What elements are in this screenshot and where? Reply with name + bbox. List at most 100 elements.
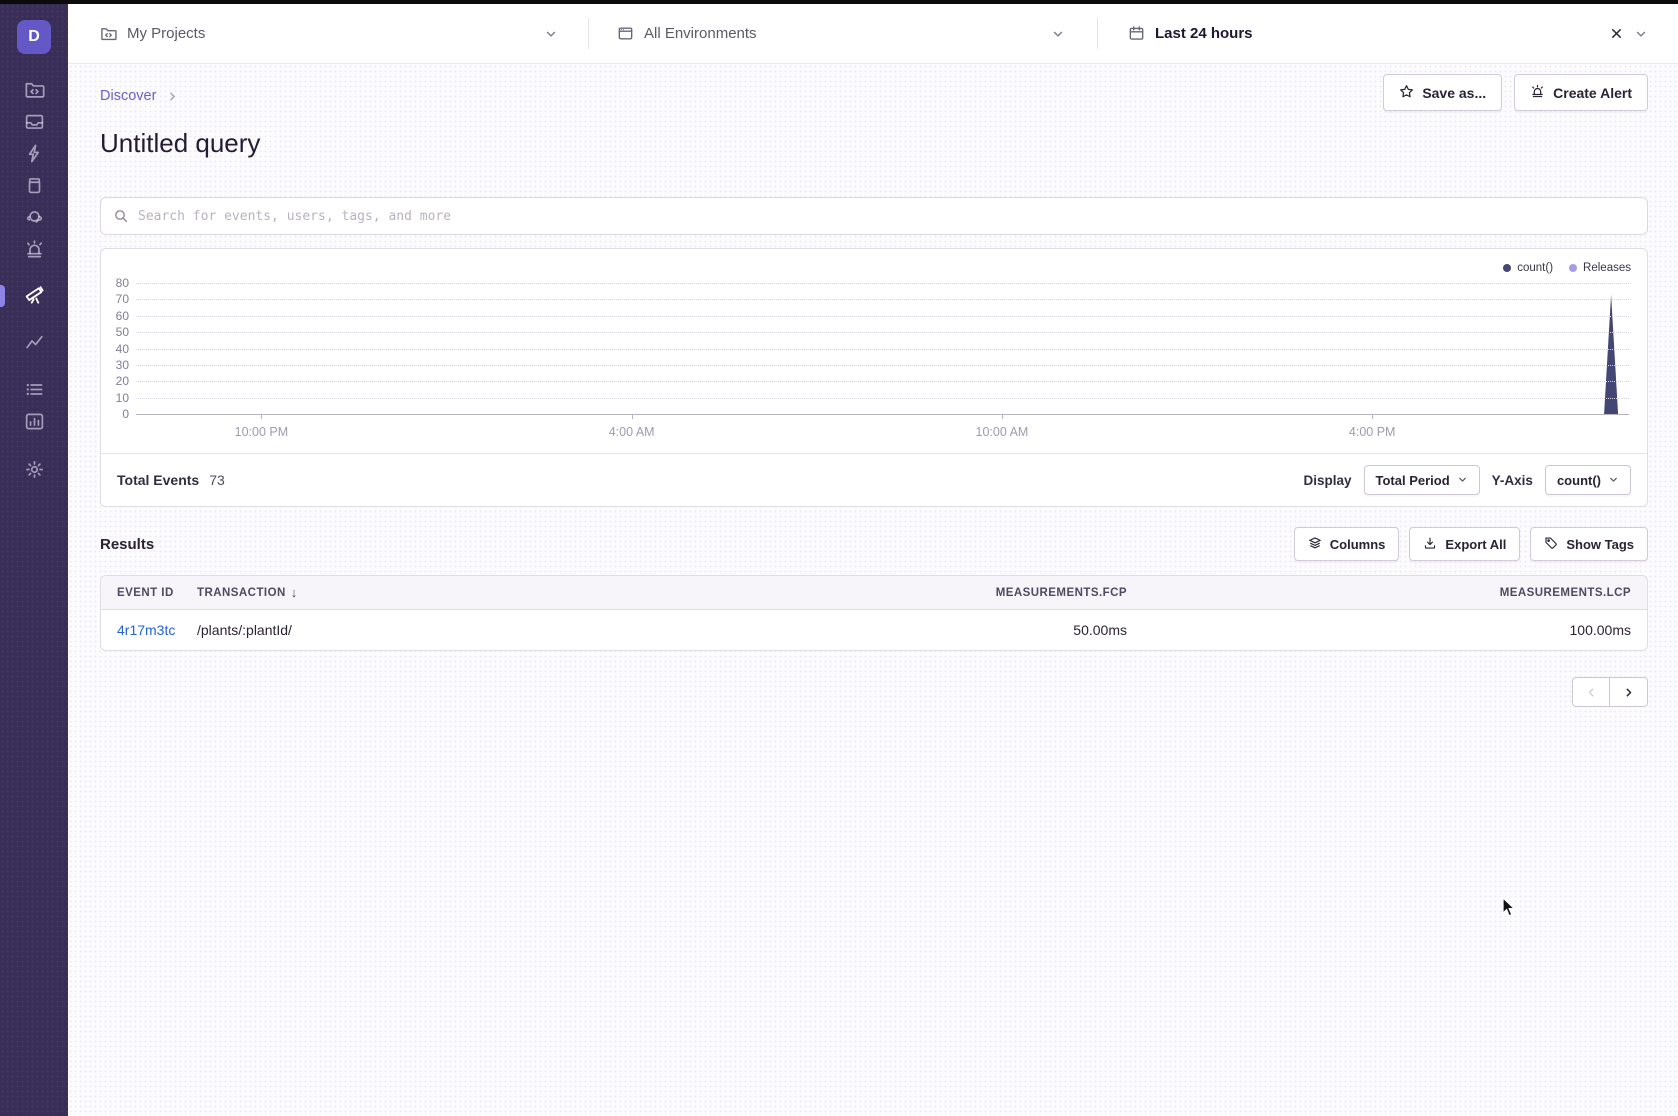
- fcp-cell: 50.00ms: [897, 610, 1127, 650]
- create-alert-button[interactable]: Create Alert: [1514, 74, 1648, 111]
- header-actions: Save as... Create Alert: [1383, 74, 1648, 111]
- chart-controls: Display Total Period Y-Axis count(): [1303, 465, 1631, 495]
- export-all-label: Export All: [1445, 537, 1506, 552]
- releases-series-dot-icon: [1569, 264, 1577, 272]
- event-id-cell: 4r17m3tc: [117, 622, 197, 638]
- column-header-measurements-lcp[interactable]: MEASUREMENTS.LCP: [1127, 587, 1631, 599]
- save-as-label: Save as...: [1422, 85, 1486, 101]
- columns-button[interactable]: Columns: [1294, 527, 1400, 561]
- discover-telescope-icon: [24, 283, 45, 309]
- chevron-down-icon: [544, 27, 558, 41]
- next-page-button[interactable]: [1610, 677, 1648, 707]
- show-tags-label: Show Tags: [1566, 537, 1634, 552]
- x-tick-label: 4:00 AM: [609, 425, 655, 439]
- save-as-button[interactable]: Save as...: [1383, 74, 1502, 111]
- chart-footer: Total Events 73 Display Total Period Y-A…: [101, 453, 1647, 506]
- legend-item-count[interactable]: count(): [1503, 262, 1553, 274]
- x-tick-label: 10:00 AM: [976, 425, 1029, 439]
- alerts-siren-icon: [24, 239, 45, 265]
- sidebar-item-activity[interactable]: [0, 376, 68, 408]
- y-tick-label: 50: [116, 325, 129, 339]
- siren-icon: [1530, 84, 1545, 102]
- gridline-y-70: [136, 299, 1629, 300]
- gridline-y-20: [136, 381, 1629, 382]
- results-header-row: Results Columns Export All Show Tags: [100, 527, 1648, 561]
- column-header-transaction[interactable]: TRANSACTION ↓: [197, 585, 897, 600]
- event-id-link[interactable]: 4r17m3tc: [117, 622, 175, 638]
- yaxis-select-value: count(): [1557, 473, 1601, 488]
- results-heading: Results: [100, 536, 154, 553]
- projects-folder-code-icon: [100, 25, 117, 42]
- previous-page-button[interactable]: [1572, 677, 1610, 707]
- search-input[interactable]: [138, 209, 1635, 224]
- yaxis-select[interactable]: count(): [1545, 465, 1631, 495]
- transaction-cell: /plants/:plantId/: [197, 622, 897, 638]
- issues-inbox-icon: [24, 111, 45, 137]
- settings-gear-icon: [24, 459, 45, 485]
- layers-icon: [1308, 536, 1322, 553]
- display-select[interactable]: Total Period: [1364, 465, 1480, 495]
- sidebar-item-settings[interactable]: [0, 456, 68, 488]
- gridline-y-10: [136, 398, 1629, 399]
- chevron-down-icon[interactable]: [1634, 27, 1648, 41]
- breadcrumb-discover-link[interactable]: Discover: [100, 88, 156, 104]
- gridline-y-30: [136, 365, 1629, 366]
- export-all-button[interactable]: Export All: [1409, 527, 1520, 561]
- date-range-selector[interactable]: Last 24 hours: [1098, 4, 1648, 63]
- sidebar-item-stats[interactable]: [0, 408, 68, 440]
- sidebar-item-alerts[interactable]: [0, 236, 68, 268]
- sidebar-item-performance[interactable]: [0, 140, 68, 172]
- x-tick-label: 10:00 PM: [235, 425, 289, 439]
- project-selector-label: My Projects: [127, 25, 205, 42]
- environment-selector[interactable]: All Environments: [589, 4, 1097, 63]
- column-header-event-id[interactable]: EVENT ID: [117, 587, 197, 599]
- gridline-y-0: [136, 414, 1629, 415]
- display-label: Display: [1303, 473, 1351, 488]
- x-tick-label: 4:00 PM: [1349, 425, 1396, 439]
- y-tick-label: 30: [116, 358, 129, 372]
- sidebar-item-user-feedback[interactable]: [0, 204, 68, 236]
- active-indicator: [0, 285, 5, 307]
- star-icon: [1399, 84, 1414, 102]
- sidebar-item-discover[interactable]: [0, 280, 68, 312]
- yaxis-label: Y-Axis: [1492, 473, 1533, 488]
- sidebar: D: [0, 4, 68, 1116]
- y-axis-labels: 01020304050607080: [99, 283, 129, 414]
- y-tick-label: 60: [116, 309, 129, 323]
- y-tick-label: 20: [116, 374, 129, 388]
- sidebar-item-issues[interactable]: [0, 108, 68, 140]
- legend-count-label: count(): [1517, 262, 1553, 274]
- show-tags-button[interactable]: Show Tags: [1530, 527, 1648, 561]
- legend-item-releases[interactable]: Releases: [1569, 262, 1631, 274]
- sidebar-item-projects[interactable]: [0, 76, 68, 108]
- chart-plot: 01020304050607080 10:00 PM4:00 AM10:00 A…: [136, 283, 1629, 414]
- chevron-right-icon: [166, 90, 179, 103]
- columns-label: Columns: [1330, 537, 1386, 552]
- sort-descending-icon: ↓: [291, 585, 298, 600]
- display-select-value: Total Period: [1376, 473, 1450, 488]
- performance-lightning-icon: [24, 143, 45, 169]
- environment-selector-label: All Environments: [644, 25, 757, 42]
- sidebar-item-releases[interactable]: [0, 172, 68, 204]
- gridline-y-50: [136, 332, 1629, 333]
- pagination: [100, 677, 1648, 707]
- org-avatar[interactable]: D: [17, 20, 51, 54]
- download-icon: [1423, 536, 1437, 553]
- gridline-y-40: [136, 349, 1629, 350]
- clear-date-close-icon[interactable]: [1609, 26, 1624, 41]
- chevron-down-icon: [1457, 473, 1468, 488]
- user-feedback-headset-icon: [24, 207, 45, 233]
- tag-icon: [1544, 536, 1558, 553]
- results-table: EVENT ID TRANSACTION ↓ MEASUREMENTS.FCP …: [100, 575, 1648, 651]
- chevron-down-icon: [1051, 27, 1065, 41]
- stats-bar-chart-icon: [24, 411, 45, 437]
- chart-legend: count() Releases: [1503, 262, 1631, 274]
- topbar: My Projects All Environments Last 24 hou…: [68, 4, 1678, 64]
- sidebar-item-dashboards[interactable]: [0, 328, 68, 360]
- project-selector[interactable]: My Projects: [100, 4, 588, 63]
- environment-window-icon: [617, 25, 634, 42]
- column-header-measurements-fcp[interactable]: MEASUREMENTS.FCP: [897, 587, 1127, 599]
- legend-releases-label: Releases: [1583, 262, 1631, 274]
- chevron-down-icon: [1608, 473, 1619, 488]
- x-tick-mark: [261, 414, 262, 419]
